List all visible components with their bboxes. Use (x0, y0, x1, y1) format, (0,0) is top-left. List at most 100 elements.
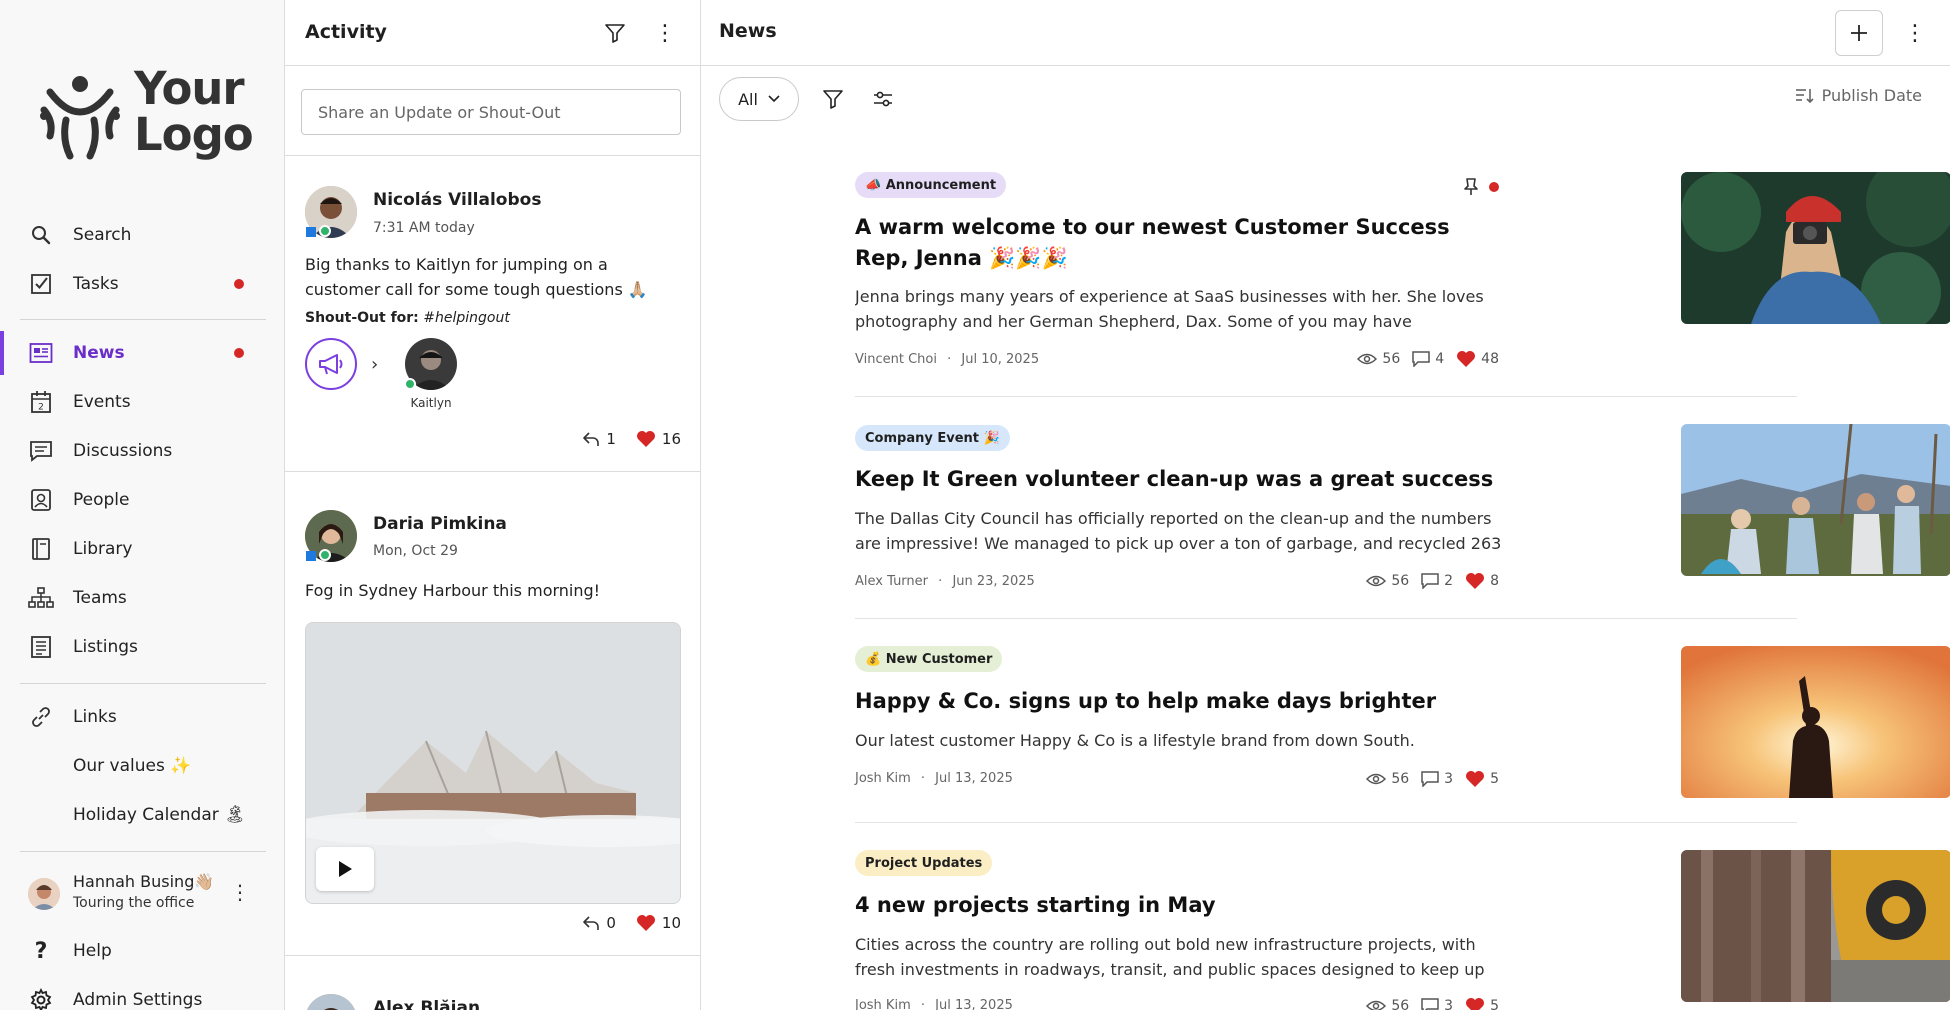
avatar[interactable] (305, 994, 357, 1010)
post-body: Big thanks to Kaitlyn for jumping on a c… (305, 255, 648, 299)
article-thumbnail[interactable] (1681, 424, 1950, 576)
list-document-icon (28, 634, 54, 660)
article-divider (855, 618, 1797, 619)
sidebar-item-holiday-calendar[interactable]: Holiday Calendar 🏝 (0, 793, 285, 837)
news-article[interactable]: Company Event 🎉 Keep It Green volunteer … (855, 424, 1950, 589)
avatar (28, 878, 60, 910)
likes-stat[interactable]: 5 (1465, 997, 1499, 1010)
category-filter-select[interactable]: All (719, 77, 799, 121)
post-author[interactable]: Alex Blăjan (373, 998, 480, 1010)
post-author[interactable]: Nicolás Villalobos (373, 190, 541, 210)
post-image[interactable] (305, 622, 681, 904)
activity-post: Nicolás Villalobos 7:31 AM today Big tha… (285, 156, 700, 472)
sidebar-item-library[interactable]: Library (0, 527, 285, 571)
article-author[interactable]: Josh Kim (855, 771, 911, 786)
share-update-input[interactable] (301, 89, 681, 135)
shout-out-tag[interactable]: #helpingout (423, 310, 510, 326)
like-count: 5 (1490, 998, 1499, 1010)
article-title[interactable]: A warm welcome to our newest Customer Su… (855, 212, 1505, 274)
unread-dot (234, 279, 244, 289)
play-icon (339, 861, 352, 877)
comment-icon (1421, 771, 1439, 787)
likes-stat[interactable]: 5 (1465, 770, 1499, 788)
article-title[interactable]: Keep It Green volunteer clean-up was a g… (855, 464, 1505, 495)
comment-count: 3 (1444, 998, 1454, 1010)
article-meta: Josh Kim · Jul 13, 2025 (855, 771, 1013, 786)
views-stat: 56 (1357, 351, 1400, 367)
comments-stat[interactable]: 3 (1421, 998, 1453, 1010)
sidebar-item-discussions[interactable]: Discussions (0, 429, 285, 473)
sidebar-divider (20, 319, 266, 320)
article-thumbnail[interactable] (1681, 646, 1950, 798)
comments-stat[interactable]: 2 (1421, 573, 1453, 589)
article-thumbnail[interactable] (1681, 850, 1950, 1002)
activity-header: Activity ⋮ (285, 0, 700, 66)
article-thumbnail[interactable] (1681, 172, 1950, 324)
sidebar-item-our-values[interactable]: Our values ✨ (0, 744, 285, 788)
article-author[interactable]: Alex Turner (855, 574, 928, 589)
sidebar-item-help[interactable]: ? Help (0, 929, 285, 973)
article-excerpt: The Dallas City Council has officially r… (855, 509, 1502, 553)
reply-button[interactable]: 0 (582, 914, 616, 932)
article-stats: 56 2 8 (1366, 572, 1499, 590)
reply-button[interactable]: 1 (582, 430, 616, 448)
user-status: Touring the office (73, 895, 195, 911)
sort-button[interactable]: Publish Date (1794, 86, 1922, 105)
likes-stat[interactable]: 48 (1456, 350, 1499, 368)
sidebar-item-news[interactable]: News (0, 331, 285, 375)
like-button[interactable]: 16 (636, 430, 681, 448)
current-user[interactable]: Hannah Busing👋🏼 Touring the office ⋮ (0, 870, 285, 920)
article-author[interactable]: Josh Kim (855, 998, 911, 1010)
comments-stat[interactable]: 3 (1421, 771, 1453, 787)
post-author[interactable]: Daria Pimkina (373, 514, 507, 534)
eye-icon (1366, 575, 1387, 587)
category-tag[interactable]: 📣 Announcement (855, 172, 1007, 198)
sidebar-item-tasks[interactable]: Tasks (0, 262, 285, 306)
comments-stat[interactable]: 4 (1412, 351, 1444, 367)
sort-icon (1795, 88, 1814, 103)
sidebar-item-teams[interactable]: Teams (0, 576, 285, 620)
article-meta: Josh Kim · Jul 13, 2025 (855, 998, 1013, 1010)
news-article[interactable]: 💰 New Customer Happy & Co. signs up to h… (855, 646, 1950, 798)
add-news-button[interactable] (1835, 10, 1883, 56)
more-vertical-icon[interactable]: ⋮ (1901, 19, 1929, 47)
sidebar-item-search[interactable]: Search (0, 213, 285, 257)
news-article[interactable]: Project Updates 4 new projects starting … (855, 850, 1950, 1010)
sidebar-item-listings[interactable]: Listings (0, 625, 285, 669)
like-button[interactable]: 10 (636, 914, 681, 932)
play-button[interactable] (316, 847, 374, 891)
company-logo[interactable]: Your Logo (36, 66, 256, 166)
article-date: Jul 10, 2025 (961, 352, 1040, 367)
more-vertical-icon[interactable]: ⋮ (651, 19, 679, 47)
category-tag[interactable]: 💰 New Customer (855, 646, 1003, 672)
recipient-name: Kaitlyn (410, 396, 452, 410)
filter-icon[interactable] (601, 19, 629, 47)
sliders-icon[interactable] (869, 85, 897, 113)
news-article[interactable]: 📣 Announcement A warm welcome to our new… (855, 172, 1950, 372)
sidebar-item-links[interactable]: Links (0, 695, 285, 739)
more-vertical-icon[interactable]: ⋮ (230, 878, 250, 906)
heart-icon (636, 915, 655, 931)
category-tag[interactable]: Project Updates (855, 850, 993, 876)
view-count: 56 (1391, 573, 1410, 589)
shout-out-prefix: Shout-Out for: (305, 310, 419, 326)
sidebar-item-admin-settings[interactable]: Admin Settings (0, 978, 285, 1010)
news-toolbar: All Publish Date (701, 66, 1950, 132)
likes-stat[interactable]: 8 (1465, 572, 1499, 590)
news-panel: News ⋮ All Publish Date 📣 Announcement A… (701, 0, 1950, 1010)
view-count: 56 (1391, 771, 1410, 787)
article-author[interactable]: Vincent Choi (855, 352, 937, 367)
category-tag[interactable]: Company Event 🎉 (855, 425, 1010, 451)
sidebar-item-events[interactable]: 2 Events (0, 380, 285, 424)
comment-count: 3 (1444, 771, 1454, 787)
sidebar-divider (20, 683, 266, 684)
article-title[interactable]: Happy & Co. signs up to help make days b… (855, 686, 1505, 717)
sidebar-item-people[interactable]: People (0, 478, 285, 522)
sidebar-item-label: Library (73, 539, 133, 559)
comment-icon (1412, 351, 1430, 367)
category-filter-value: All (738, 89, 758, 109)
article-title[interactable]: 4 new projects starting in May (855, 890, 1505, 921)
filter-icon[interactable] (819, 85, 847, 113)
like-count: 10 (661, 914, 681, 932)
reply-icon (583, 916, 600, 930)
